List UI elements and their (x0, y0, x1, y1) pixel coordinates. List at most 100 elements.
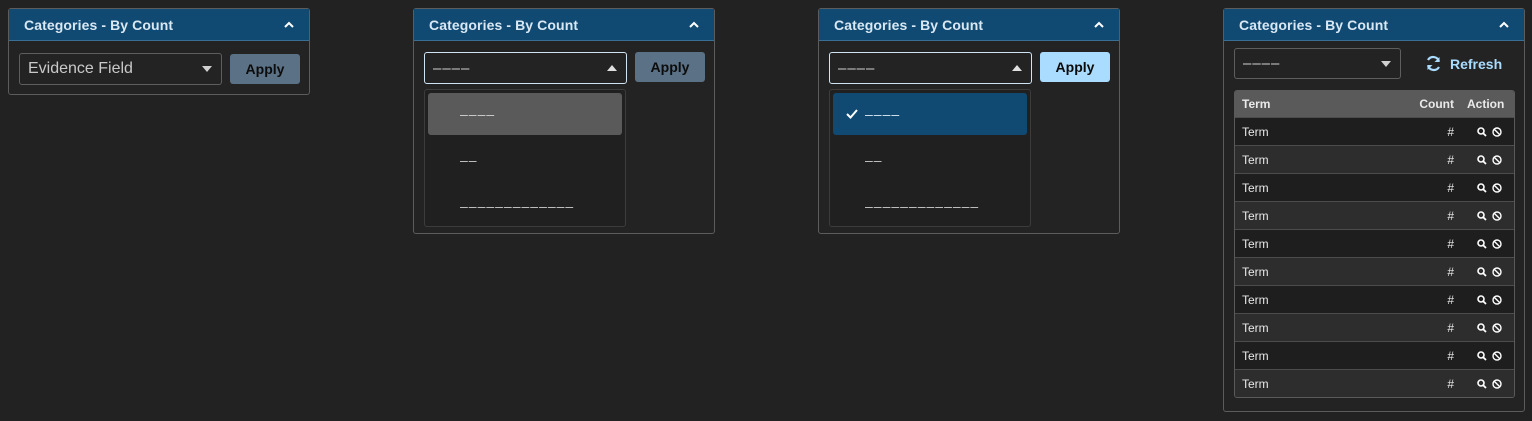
categories-panel-3: Categories - By Count –––– Apply –––– ––… (818, 8, 1120, 234)
refresh-button[interactable]: Refresh (1425, 55, 1502, 72)
count-cell: # (1447, 376, 1454, 391)
ban-icon[interactable] (1492, 210, 1502, 221)
ban-icon[interactable] (1492, 350, 1502, 361)
ban-icon[interactable] (1492, 238, 1502, 249)
count-cell: # (1447, 180, 1454, 195)
search-icon[interactable] (1477, 154, 1487, 165)
term-cell: Term (1242, 208, 1269, 223)
apply-button[interactable]: Apply (635, 52, 705, 82)
column-header-action: Action (1467, 97, 1505, 111)
column-header-term[interactable]: Term (1235, 97, 1404, 111)
term-cell: Term (1242, 348, 1269, 363)
table-row[interactable]: Term # (1235, 341, 1514, 369)
term-cell: Term (1242, 264, 1269, 279)
refresh-icon (1426, 55, 1441, 72)
table-row[interactable]: Term # (1235, 369, 1514, 397)
term-cell: Term (1242, 320, 1269, 335)
dropdown-option[interactable]: –– (428, 139, 622, 181)
check-icon (846, 109, 858, 119)
refresh-label: Refresh (1450, 55, 1503, 72)
count-cell: # (1447, 236, 1454, 251)
panel-header[interactable]: Categories - By Count (819, 9, 1119, 41)
ban-icon[interactable] (1492, 378, 1502, 389)
apply-button[interactable]: Apply (230, 54, 300, 84)
panel-title: Categories - By Count (24, 16, 174, 33)
table-row[interactable]: Term # (1235, 257, 1514, 285)
search-icon[interactable] (1477, 210, 1487, 221)
dropdown-option[interactable]: ––––––––––––– (428, 185, 622, 227)
table-row[interactable]: Term # (1235, 229, 1514, 257)
caret-down-icon (202, 66, 212, 72)
search-icon[interactable] (1477, 350, 1487, 361)
table-row[interactable]: Term # (1235, 285, 1514, 313)
search-icon[interactable] (1477, 126, 1487, 137)
table-row[interactable]: Term # (1235, 201, 1514, 229)
table-row[interactable]: Term # (1235, 313, 1514, 341)
action-cell (1464, 126, 1514, 137)
dropdown-option-selected[interactable]: –––– (833, 93, 1027, 135)
field-select[interactable]: Evidence Field (19, 53, 222, 85)
panel-title: Categories - By Count (429, 16, 579, 33)
select-dropdown: –––– –– ––––––––––––– (829, 89, 1031, 227)
action-cell (1464, 182, 1514, 193)
count-cell: # (1447, 320, 1454, 335)
action-cell (1464, 378, 1514, 389)
ban-icon[interactable] (1492, 266, 1502, 277)
dropdown-option[interactable]: ––––––––––––– (833, 185, 1027, 227)
field-select[interactable]: –––– (424, 52, 627, 84)
count-cell: # (1447, 292, 1454, 307)
action-cell (1464, 294, 1514, 305)
table-row[interactable]: Term # (1235, 117, 1514, 145)
search-icon[interactable] (1477, 378, 1487, 389)
search-icon[interactable] (1477, 322, 1487, 333)
table-body: Term # Term # Term # Term # Term # Term # Term # Term #… (1235, 117, 1514, 397)
search-icon[interactable] (1477, 238, 1487, 249)
action-cell (1464, 266, 1514, 277)
action-cell (1464, 154, 1514, 165)
ban-icon[interactable] (1492, 182, 1502, 193)
action-cell (1464, 210, 1514, 221)
select-dropdown: –––– –– ––––––––––––– (424, 89, 626, 227)
search-icon[interactable] (1477, 294, 1487, 305)
search-icon[interactable] (1477, 182, 1487, 193)
chevron-up-icon[interactable] (1093, 19, 1105, 31)
term-cell: Term (1242, 376, 1269, 391)
term-cell: Term (1242, 124, 1269, 139)
field-select[interactable]: –––– (829, 52, 1032, 84)
ban-icon[interactable] (1492, 322, 1502, 333)
dropdown-option-label: –––– (865, 106, 901, 122)
caret-up-icon (1012, 65, 1022, 71)
chevron-up-icon[interactable] (688, 19, 700, 31)
select-value: –––– (1243, 55, 1281, 72)
table-header: Term Count Action (1235, 91, 1514, 117)
caret-up-icon (607, 65, 617, 71)
apply-button[interactable]: Apply (1040, 52, 1110, 82)
table-row[interactable]: Term # (1235, 145, 1514, 173)
categories-panel-4: Categories - By Count –––– Refresh Term … (1223, 8, 1525, 412)
caret-down-icon (1381, 60, 1391, 67)
chevron-up-icon[interactable] (1498, 19, 1510, 31)
categories-panel-1: Categories - By Count Evidence Field App… (8, 8, 310, 95)
panel-header[interactable]: Categories - By Count (1224, 9, 1524, 41)
ban-icon[interactable] (1492, 294, 1502, 305)
dropdown-option[interactable]: –––– (428, 93, 622, 135)
chevron-up-icon[interactable] (283, 19, 295, 31)
dropdown-option[interactable]: –– (833, 139, 1027, 181)
field-select[interactable]: –––– (1234, 48, 1401, 79)
select-value: –––– (433, 59, 471, 77)
categories-panel-2: Categories - By Count –––– Apply –––– ––… (413, 8, 715, 234)
ban-icon[interactable] (1492, 154, 1502, 165)
term-cell: Term (1242, 236, 1269, 251)
column-header-count[interactable]: Count (1404, 97, 1464, 111)
count-cell: # (1447, 348, 1454, 363)
ban-icon[interactable] (1492, 126, 1502, 137)
table-row[interactable]: Term # (1235, 173, 1514, 201)
action-cell (1464, 350, 1514, 361)
panel-header[interactable]: Categories - By Count (414, 9, 714, 41)
action-cell (1464, 238, 1514, 249)
term-cell: Term (1242, 180, 1269, 195)
count-cell: # (1447, 208, 1454, 223)
count-cell: # (1447, 124, 1454, 139)
search-icon[interactable] (1477, 266, 1487, 277)
panel-header[interactable]: Categories - By Count (9, 9, 309, 41)
